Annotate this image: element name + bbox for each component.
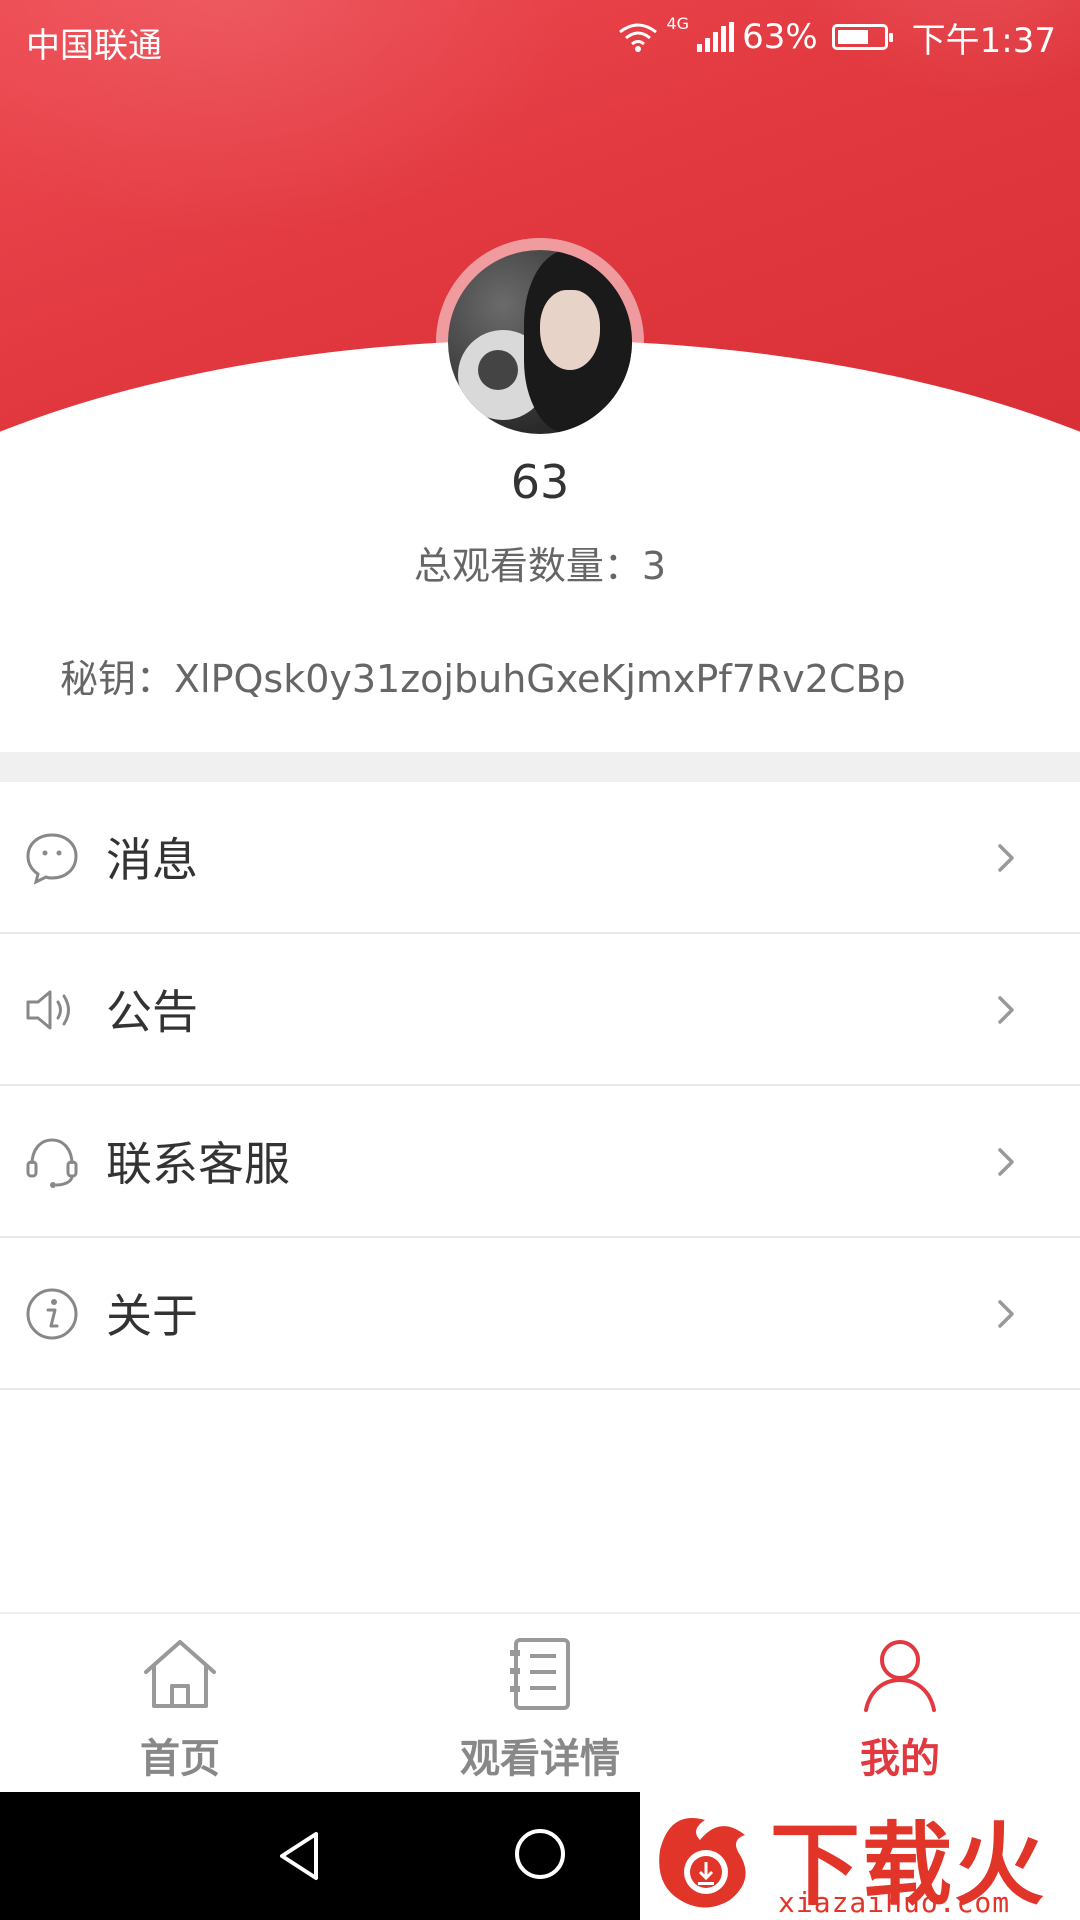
chevron-right-icon [998, 1300, 1014, 1328]
menu-item-messages[interactable]: 消息 [0, 782, 1080, 934]
secret-key: 秘钥：XlPQsk0y31zojbuhGxeKjmxPf7Rv2CBp [60, 657, 906, 701]
tab-home[interactable]: 首页 [0, 1614, 360, 1794]
info-icon [26, 1288, 78, 1340]
menu-item-label: 消息 [106, 833, 198, 887]
message-bubble-icon [26, 833, 78, 885]
chevron-right-icon [998, 844, 1014, 872]
menu-item-announcements[interactable]: 公告 [0, 934, 1080, 1086]
section-divider [0, 752, 1080, 782]
tab-watch-details[interactable]: 观看详情 [360, 1614, 720, 1794]
tab-mine[interactable]: 我的 [720, 1614, 1080, 1794]
back-icon[interactable] [272, 1828, 328, 1884]
carrier-label: 中国联通 [26, 26, 162, 66]
tab-label: 观看详情 [460, 1736, 620, 1782]
speaker-icon [26, 990, 70, 1030]
menu-item-about[interactable]: 关于 [0, 1238, 1080, 1390]
wifi-icon [619, 23, 658, 52]
chevron-right-icon [998, 996, 1014, 1024]
battery-percent: 63% [742, 17, 818, 57]
home-circle-icon[interactable] [512, 1826, 568, 1882]
home-icon [144, 1640, 216, 1708]
menu-item-label: 关于 [106, 1289, 198, 1343]
battery-icon [831, 24, 893, 50]
avatar[interactable] [448, 250, 632, 434]
clock: 下午1:37 [911, 20, 1056, 61]
flame-logo-icon [659, 1818, 746, 1908]
menu-item-customer-service[interactable]: 联系客服 [0, 1086, 1080, 1238]
watermark-subtitle: xiazaihuo.com [778, 1886, 1011, 1919]
status-indicators: 4G 63% 下午1:37 [618, 14, 1056, 61]
bottom-tab-bar: 首页 观看详情 我的 [0, 1612, 1080, 1792]
menu-item-label: 公告 [106, 985, 198, 1039]
network-type: 4G [666, 14, 690, 33]
person-icon [864, 1640, 936, 1712]
status-bar: 中国联通 4G 63% 下午1:37 [0, 0, 1080, 74]
tab-label: 我的 [860, 1736, 940, 1782]
menu-item-label: 联系客服 [106, 1137, 290, 1191]
total-views: 总观看数量：3 [413, 544, 667, 588]
avatar-photo-detail [540, 290, 600, 370]
avatar-photo-detail [478, 350, 518, 390]
chevron-right-icon [998, 1148, 1014, 1176]
username: 63 [510, 455, 570, 509]
tab-label: 首页 [140, 1736, 220, 1782]
watermark: 下载火 xiazaihuo.com [640, 1790, 1080, 1920]
notebook-icon [510, 1638, 570, 1710]
signal-icon [697, 22, 735, 52]
headset-icon [26, 1138, 78, 1188]
menu-list: 消息 公告 联系客服 关于 [0, 782, 1080, 1390]
